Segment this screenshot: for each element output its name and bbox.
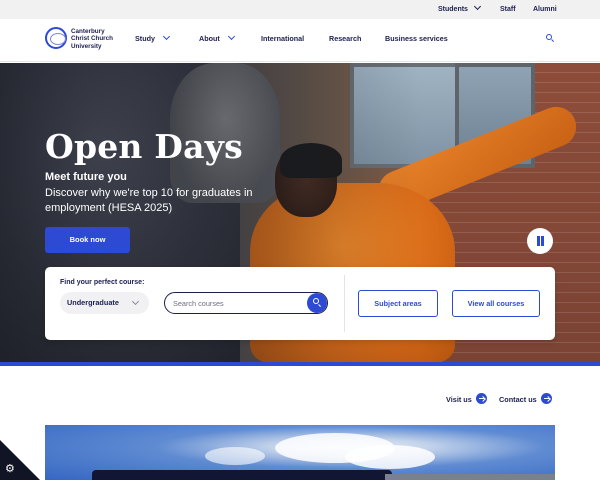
chevron-down-icon xyxy=(131,297,140,306)
nav-item-study[interactable]: Study xyxy=(135,32,171,43)
logo-line-2: Christ Church xyxy=(71,35,113,43)
search-icon-handle xyxy=(317,304,322,308)
chevron-down-icon xyxy=(227,32,235,41)
nav-item-label: Business services xyxy=(385,34,448,43)
nav-item-about[interactable]: About xyxy=(199,32,235,43)
ccu-logo-mark-icon xyxy=(45,27,67,49)
visit-us-link[interactable]: Visit us xyxy=(446,391,487,404)
main-header: Canterbury Christ Church University Stud… xyxy=(0,19,600,62)
logo-line-1: Canterbury xyxy=(71,28,105,35)
hero-description: Discover why we're top 10 for graduates … xyxy=(45,187,253,214)
contact-us-label: Contact us xyxy=(499,395,537,404)
cookie-settings-button[interactable]: ⚙ xyxy=(0,440,40,480)
nav-item-label: Study xyxy=(135,34,155,43)
nav-item-research[interactable]: Research xyxy=(329,34,361,43)
logo-line-3: University xyxy=(71,42,102,50)
nav-item-label: About xyxy=(199,34,220,43)
nav-item-international[interactable]: International xyxy=(261,34,304,43)
utility-item-label: Alumni xyxy=(533,6,557,13)
arrow-right-icon xyxy=(540,393,552,404)
finder-divider xyxy=(344,275,345,332)
building-roof xyxy=(92,470,392,480)
view-all-courses-button[interactable]: View all courses xyxy=(452,290,540,317)
chevron-down-icon xyxy=(162,32,171,41)
building-roof xyxy=(385,474,555,480)
utility-item-alumni[interactable]: Alumni xyxy=(533,0,557,19)
university-logo[interactable]: Canterbury Christ Church University xyxy=(45,27,115,53)
nav-item-label: Research xyxy=(329,34,362,43)
cloud-shape xyxy=(345,445,435,469)
search-icon[interactable] xyxy=(544,32,556,44)
gear-icon: ⚙ xyxy=(5,463,15,475)
section-divider xyxy=(0,362,600,366)
subject-areas-button[interactable]: Subject areas xyxy=(358,290,438,317)
utility-item-label: Staff xyxy=(500,6,516,13)
course-search-input[interactable] xyxy=(165,293,307,313)
nav-item-label: International xyxy=(261,34,305,43)
utility-bar: Students Staff Alumni xyxy=(0,0,600,19)
course-finder-label: Find your perfect course: xyxy=(60,279,145,286)
search-submit-button[interactable] xyxy=(307,293,327,313)
campus-image xyxy=(45,425,555,480)
nav-item-business-services[interactable]: Business services xyxy=(385,34,448,43)
logo-text: Canterbury Christ Church University xyxy=(71,28,113,50)
study-level-value: Undergraduate xyxy=(67,298,119,307)
visit-us-label: Visit us xyxy=(446,395,472,404)
book-now-button[interactable]: Book now xyxy=(45,227,130,253)
course-search-field xyxy=(164,292,328,314)
utility-item-students[interactable]: Students xyxy=(438,0,481,19)
study-level-select[interactable]: Undergraduate xyxy=(60,292,149,314)
utility-item-label: Students xyxy=(438,6,468,13)
course-finder: Find your perfect course: Undergraduate … xyxy=(45,267,555,340)
utility-item-staff[interactable]: Staff xyxy=(500,0,516,19)
arrow-right-icon xyxy=(475,393,487,404)
cloud-shape xyxy=(205,447,265,465)
contact-us-link[interactable]: Contact us xyxy=(499,391,552,404)
hero-title: Open Days xyxy=(45,127,243,166)
search-icon-handle xyxy=(550,39,555,43)
pause-icon[interactable] xyxy=(527,228,553,254)
chevron-down-icon xyxy=(473,2,481,11)
hero-subtitle: Meet future you xyxy=(45,171,127,183)
